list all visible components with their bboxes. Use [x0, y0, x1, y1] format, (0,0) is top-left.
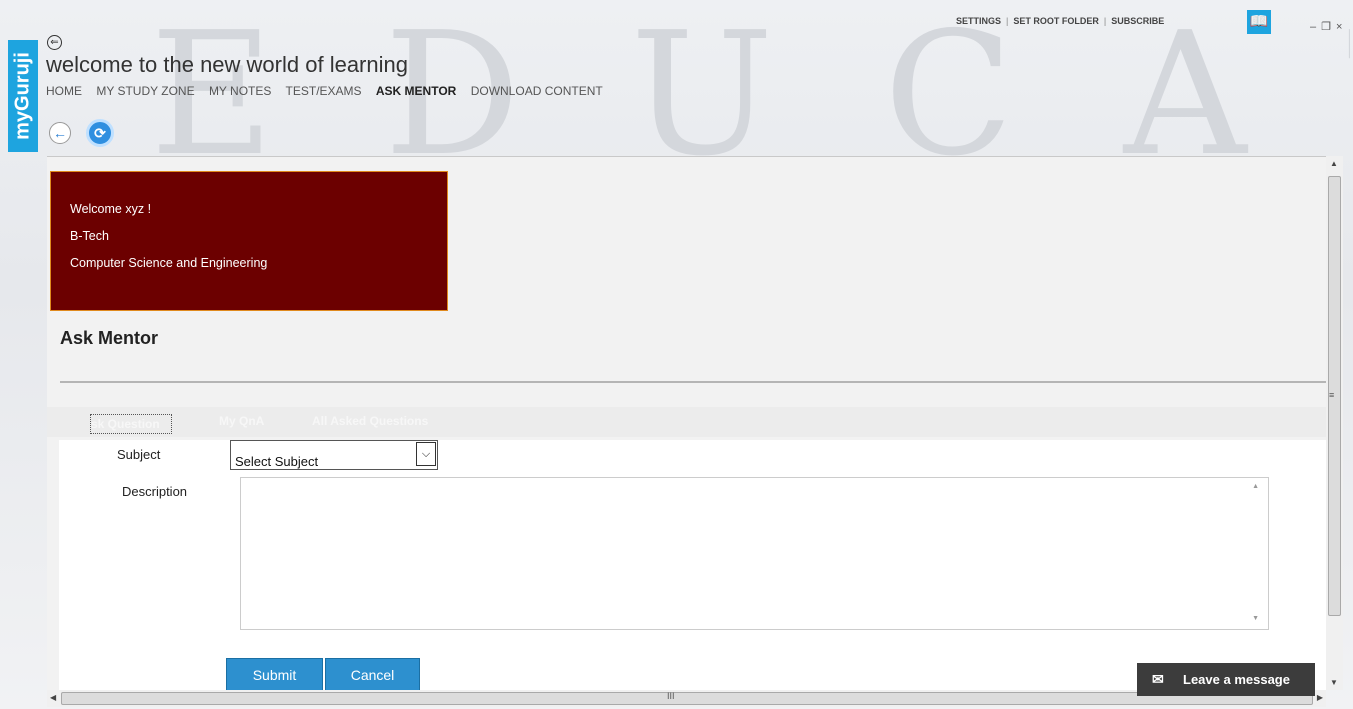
subscribe-link[interactable]: SUBSCRIBE: [1111, 16, 1164, 26]
submit-button[interactable]: Submit: [226, 658, 323, 691]
leave-message-label: Leave a message: [1183, 672, 1290, 687]
nav-item-ask-mentor[interactable]: ASK MENTOR: [376, 84, 456, 98]
app-title: welcome to the new world of learning: [46, 52, 408, 77]
close-icon[interactable]: ×: [1336, 21, 1342, 33]
settings-link[interactable]: SETTINGS: [956, 16, 1001, 26]
tab-bar: sk Question My QnA All Asked Questions: [47, 407, 1326, 437]
scroll-right-icon[interactable]: ▶: [1317, 693, 1323, 702]
top-links-separator: |: [1006, 16, 1009, 26]
chevron-down-icon[interactable]: ⌵: [416, 442, 436, 466]
minimize-icon[interactable]: –: [1310, 21, 1316, 33]
horizontal-scroll-thumb[interactable]: [61, 692, 1313, 705]
back-arrow-icon[interactable]: ←: [49, 122, 71, 144]
profile-branch: Computer Science and Engineering: [70, 256, 268, 270]
set-root-folder-link[interactable]: SET ROOT FOLDER: [1013, 16, 1099, 26]
nav-item-test-exams[interactable]: TEST/EXAMS: [286, 84, 362, 98]
scroll-down-icon[interactable]: ▼: [1330, 678, 1338, 687]
tab-my-qna[interactable]: My QnA: [219, 414, 264, 428]
scroll-grip-icon: ≡: [1329, 390, 1335, 400]
leave-message-button[interactable]: ✉ Leave a message: [1137, 663, 1315, 696]
subject-select-value: Select Subject: [235, 454, 319, 469]
subject-label: Subject: [117, 447, 161, 462]
window-controls: – ❐ ×: [1310, 20, 1347, 33]
book-icon[interactable]: 📖: [1247, 10, 1271, 34]
top-back-icon[interactable]: ⇐: [47, 35, 62, 50]
content-panel: Welcome xyz ! B-Tech Computer Science an…: [47, 156, 1326, 691]
nav-item-my-notes[interactable]: MY NOTES: [209, 84, 271, 98]
top-links-separator: |: [1103, 16, 1107, 26]
ask-question-form: Subject Select Subject ⌵ Description ▲ ▼…: [59, 440, 1326, 691]
vertical-scrollbar[interactable]: ▲ ≡ ▼: [1326, 156, 1343, 690]
nav-item-download-content[interactable]: DOWNLOAD CONTENT: [471, 84, 603, 98]
mail-icon: ✉: [1152, 671, 1164, 687]
description-textarea[interactable]: [240, 477, 1269, 630]
scroll-grip-icon: III: [667, 691, 675, 701]
description-label: Description: [122, 484, 188, 499]
page-title: Ask Mentor: [60, 328, 159, 348]
subject-select[interactable]: Select Subject ⌵: [230, 440, 438, 470]
scroll-left-icon[interactable]: ◀: [50, 693, 56, 702]
tab-ask-question[interactable]: sk Question: [90, 414, 172, 434]
profile-card: Welcome xyz ! B-Tech Computer Science an…: [50, 171, 448, 311]
nav-item-my-study-zone[interactable]: MY STUDY ZONE: [96, 84, 194, 98]
top-links: SETTINGS | SET ROOT FOLDER | SUBSCRIBE: [956, 16, 1164, 26]
profile-program: B-Tech: [70, 229, 109, 243]
cancel-button[interactable]: Cancel: [325, 658, 420, 691]
profile-greeting: Welcome xyz !: [70, 202, 152, 216]
restore-icon[interactable]: ❐: [1321, 21, 1331, 33]
brand-logo: myGuruji: [8, 40, 38, 152]
horizontal-scrollbar[interactable]: ◀ III ▶: [47, 690, 1326, 707]
scroll-up-icon[interactable]: ▲: [1330, 159, 1338, 168]
tab-all-asked-questions[interactable]: All Asked Questions: [312, 414, 428, 428]
nav-item-home[interactable]: HOME: [46, 84, 82, 98]
brand-name: myGuruji: [11, 52, 34, 140]
main-nav: HOME MY STUDY ZONE MY NOTES TEST/EXAMS A…: [46, 84, 614, 98]
refresh-icon[interactable]: ⟳: [86, 119, 114, 147]
divider: [60, 381, 1326, 383]
